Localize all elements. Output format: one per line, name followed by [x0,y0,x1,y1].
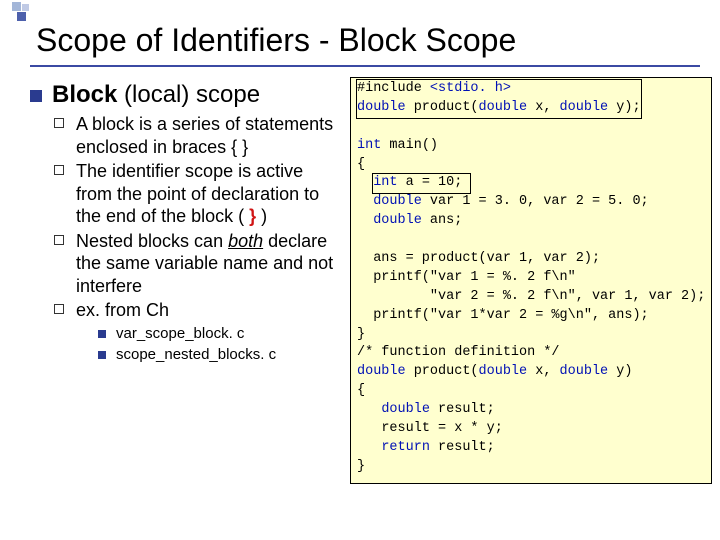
list-item: A block is a series of statements enclos… [54,113,340,158]
subhead-rest: (local) scope [117,81,260,108]
code: x, [527,100,559,115]
code: printf("var 1 = %. 2 f\n" [373,270,576,285]
list-item: var_scope_block. c [98,324,340,344]
code: result = x * y; [381,421,503,436]
code: } [357,327,365,342]
code: var 1 = 3. 0, var 2 = 5. 0; [422,194,649,209]
code: } [357,459,365,474]
code: result; [430,440,495,455]
code: printf("var 1*var 2 = %g\n", ans); [373,308,648,323]
list-item: Nested blocks can both declare the same … [54,230,340,298]
code: double [373,194,422,209]
sub-bullet-list: var_scope_block. c scope_nested_blocks. … [76,324,340,366]
bullet-text: Nested blocks can [76,231,228,251]
code: product( [406,100,479,115]
bullet-text: ex. from Ch [76,300,169,320]
code: double [357,100,406,115]
code: y) [608,364,632,379]
code: x, [527,364,559,379]
code: double [560,364,609,379]
code: double [560,100,609,115]
code: #include [357,81,430,96]
corner-deco-icon [12,2,30,20]
code: int [357,138,381,153]
code: a = 10; [398,175,463,190]
code: "var 2 = %. 2 f\n", var 1, var 2); [373,289,705,304]
code: double [357,364,406,379]
square-bullet-icon [30,90,42,102]
bullet-text: The identifier scope is active from the … [76,161,319,226]
bullet-list: A block is a series of statements enclos… [30,113,340,365]
slide: Scope of Identifiers - Block Scope Block… [0,0,720,540]
bullet-text: A block is a series of statements enclos… [76,114,333,157]
bullet-text: ) [256,206,267,226]
code: result; [430,402,495,417]
list-item: The identifier scope is active from the … [54,160,340,228]
subhead: Block (local) scope [30,81,340,109]
code: ans; [422,213,463,228]
code: { [357,383,365,398]
code: { [357,157,365,172]
subhead-text: Block (local) scope [52,81,260,109]
subhead-bold: Block [52,81,117,108]
code: double [479,364,528,379]
code: ans = product(var 1, var 2); [373,251,600,266]
list-item: scope_nested_blocks. c [98,345,340,365]
code: double [479,100,528,115]
slide-body: Block (local) scope A block is a series … [30,77,700,484]
code-box: #include <stdio. h> double product(doubl… [350,77,712,484]
code: return [381,440,430,455]
code: y); [608,100,640,115]
code: double [373,213,422,228]
code: /* function definition */ [357,345,560,360]
code: main() [381,138,438,153]
list-item: ex. from Ch var_scope_block. c scope_nes… [54,299,340,365]
code: <stdio. h> [430,81,511,96]
title-band: Scope of Identifiers - Block Scope [30,22,700,67]
code: double [381,402,430,417]
emph-text: both [228,231,263,251]
left-column: Block (local) scope A block is a series … [30,77,340,484]
slide-title: Scope of Identifiers - Block Scope [36,22,700,59]
code: int [373,175,397,190]
code: product( [406,364,479,379]
